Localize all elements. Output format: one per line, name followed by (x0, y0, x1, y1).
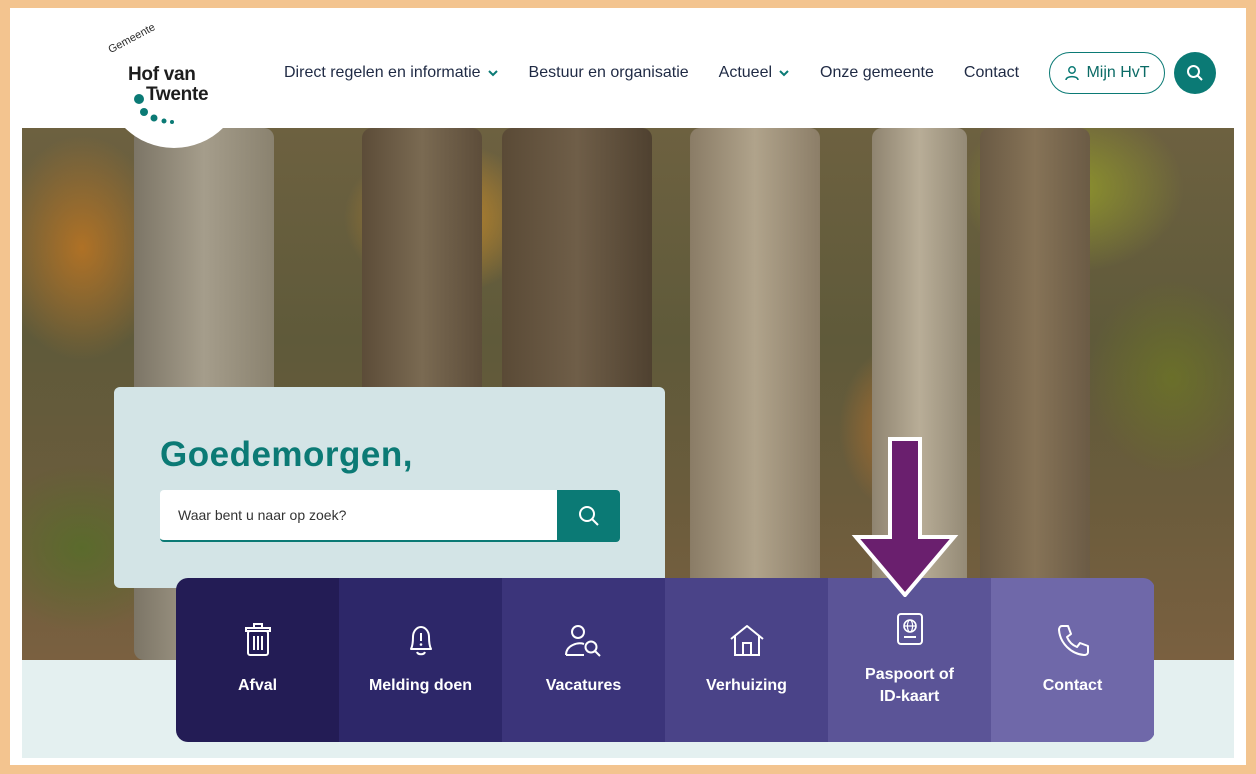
chevron-down-icon (487, 70, 498, 77)
nav-item-direct-regelen[interactable]: Direct regelen en informatie (284, 64, 499, 82)
tile-verhuizing[interactable]: Verhuizing (665, 578, 828, 742)
user-search-icon (564, 625, 601, 657)
tile-paspoort[interactable]: Paspoort of ID-kaart (828, 578, 991, 742)
search-icon (1187, 65, 1203, 81)
tile-label: Verhuizing (706, 677, 787, 694)
tile-label-line1: Paspoort of (865, 666, 954, 683)
nav-item-label: Bestuur en organisatie (528, 64, 689, 81)
annotation-arrow-icon (851, 437, 959, 597)
search-card: Goedemorgen, (114, 387, 665, 588)
tile-label: Afval (237, 677, 278, 694)
nav-item-label: Contact (963, 64, 1020, 81)
tile-label: Melding doen (368, 677, 473, 694)
search-button[interactable] (557, 490, 620, 542)
tile-contact[interactable]: Contact (991, 578, 1154, 742)
nav-item-label: Direct regelen en informatie (284, 64, 481, 81)
page-inner: Gemeente Hof van Twente Direct regelen e… (22, 20, 1234, 758)
nav-item-bestuur[interactable]: Bestuur en organisatie (529, 64, 689, 82)
tile-melding-doen[interactable]: Melding doen (339, 578, 502, 742)
bell-alert-icon (409, 626, 432, 656)
tile-label: Contact (1042, 677, 1103, 694)
nav-item-label: Onze gemeente (820, 64, 934, 81)
greeting-heading: Goedemorgen, (160, 435, 413, 474)
tile-label-line2: ID-kaart (879, 688, 940, 705)
page: Gemeente Hof van Twente Direct regelen e… (10, 8, 1246, 765)
tile-label: Vacatures (545, 677, 622, 694)
passport-icon (896, 613, 923, 645)
quick-links: Afval Melding doen Vacatures Verhuizing … (176, 578, 1155, 742)
search-icon (578, 506, 599, 526)
logo-line1: Hof van (128, 64, 196, 85)
site-header: Gemeente Hof van Twente Direct regelen e… (22, 20, 1234, 148)
mijn-hvt-button[interactable]: Mijn HvT (1049, 52, 1165, 94)
header-search-button[interactable] (1174, 52, 1216, 94)
trash-icon (244, 623, 271, 656)
nav-item-label: Actueel (718, 64, 773, 81)
nav-item-onze-gemeente[interactable]: Onze gemeente (820, 64, 934, 82)
mijn-hvt-label: Mijn HvT (1086, 64, 1150, 81)
user-icon (1065, 66, 1080, 81)
main-nav: Direct regelen en informatie Bestuur en … (284, 64, 1049, 82)
nav-item-contact[interactable]: Contact (964, 64, 1019, 82)
chevron-down-icon (779, 70, 789, 77)
search-input[interactable] (160, 490, 558, 542)
house-icon (729, 625, 764, 656)
phone-icon (1057, 625, 1089, 656)
logo-dots-icon (134, 94, 174, 124)
tile-afval[interactable]: Afval (176, 578, 339, 742)
screenshot-frame: Gemeente Hof van Twente Direct regelen e… (0, 0, 1256, 774)
nav-item-actueel[interactable]: Actueel (719, 64, 790, 82)
tile-vacatures[interactable]: Vacatures (502, 578, 665, 742)
